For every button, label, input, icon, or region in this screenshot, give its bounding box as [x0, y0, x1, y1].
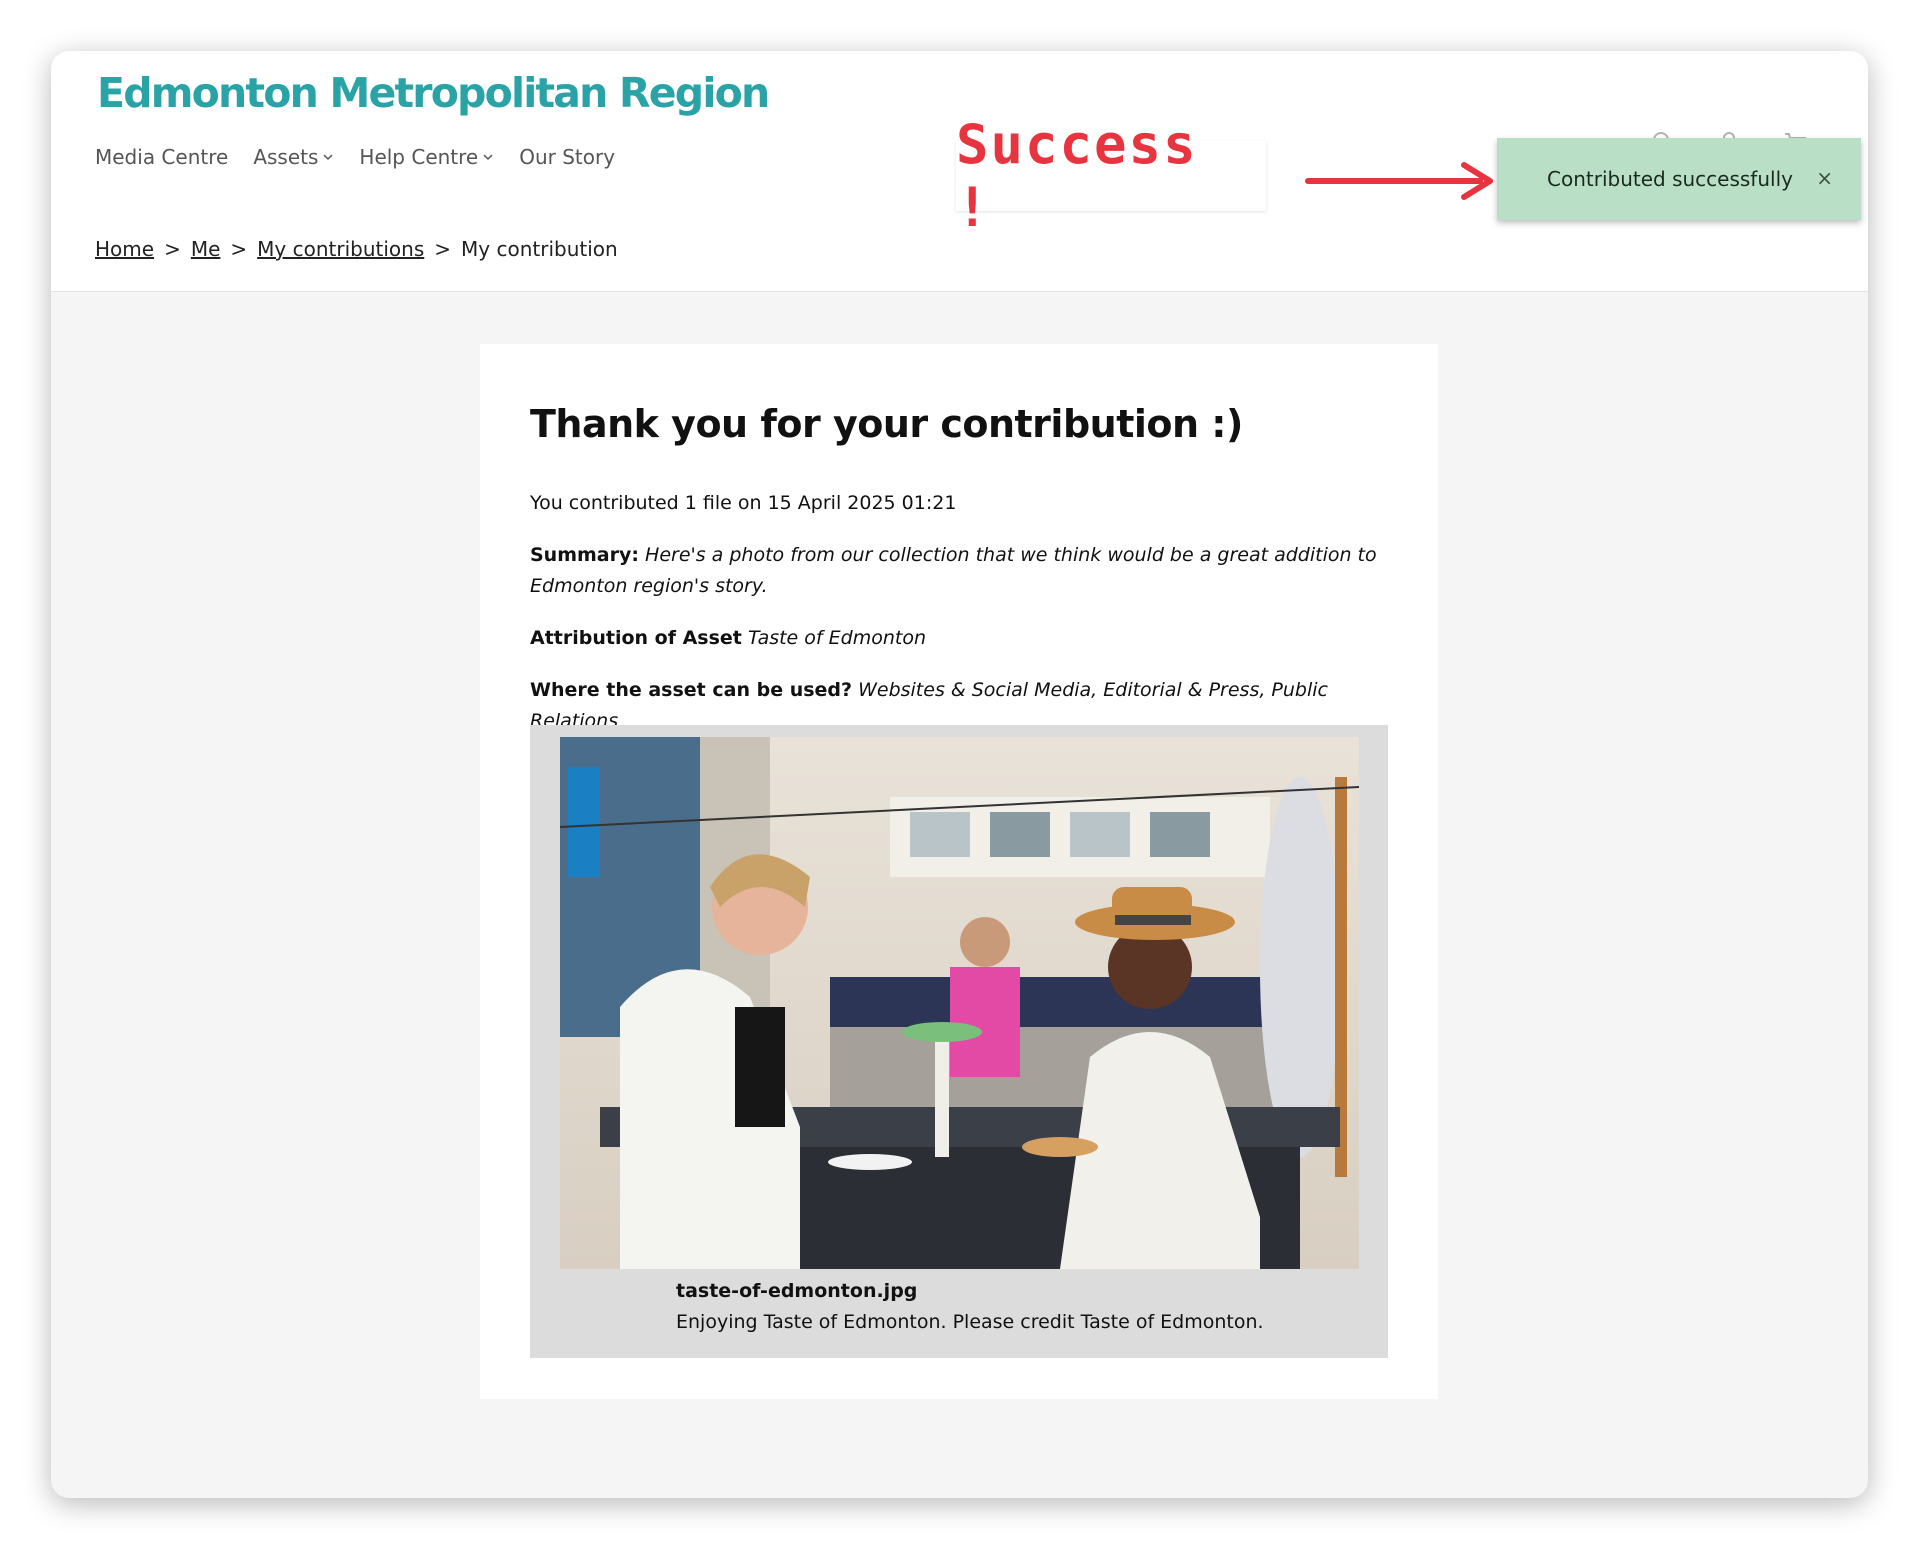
nav-item-label: Assets	[253, 145, 319, 169]
success-toast: Contributed successfully ×	[1497, 138, 1861, 220]
chevron-down-icon	[323, 154, 333, 161]
main-nav: Media Centre Assets Help Centre Our Stor…	[95, 145, 615, 169]
page-title: Thank you for your contribution :)	[530, 402, 1243, 446]
chevron-down-icon	[483, 154, 493, 161]
breadcrumb: Home > Me > My contributions > My contri…	[95, 237, 618, 261]
breadcrumb-me[interactable]: Me	[191, 237, 221, 261]
site-logo[interactable]: Edmonton Metropolitan Region	[97, 69, 770, 117]
nav-item-assets[interactable]: Assets	[253, 145, 334, 169]
usage-label: Where the asset can be used?	[530, 679, 853, 701]
contributed-photo[interactable]	[560, 737, 1359, 1269]
breadcrumb-separator: >	[434, 237, 452, 261]
success-annotation: Success !	[956, 113, 1266, 239]
breadcrumb-my-contributions[interactable]: My contributions	[257, 237, 424, 261]
breadcrumb-separator: >	[230, 237, 248, 261]
file-preview: taste-of-edmonton.jpg Enjoying Taste of …	[530, 725, 1388, 1358]
summary-label: Summary:	[530, 544, 639, 566]
breadcrumb-separator: >	[164, 237, 181, 261]
nav-item-our-story[interactable]: Our Story	[519, 145, 615, 169]
breadcrumb-current: My contribution	[461, 237, 618, 261]
file-description: Enjoying Taste of Edmonton. Please credi…	[676, 1311, 1264, 1333]
summary: Summary: Here's a photo from our collect…	[530, 540, 1400, 602]
close-icon[interactable]: ×	[1816, 166, 1833, 190]
toast-message: Contributed successfully	[1547, 167, 1793, 191]
nav-item-label: Help Centre	[359, 145, 479, 169]
contribution-date: You contributed 1 file on 15 April 2025 …	[530, 492, 957, 514]
attribution-label: Attribution of Asset	[530, 627, 742, 649]
attribution: Attribution of Asset Taste of Edmonton	[530, 623, 1400, 654]
file-name: taste-of-edmonton.jpg	[676, 1280, 918, 1302]
nav-item-label: Media Centre	[95, 145, 229, 169]
attribution-value: Taste of Edmonton	[747, 627, 926, 649]
summary-value: Here's a photo from our collection that …	[530, 544, 1377, 597]
contribution-card: Thank you for your contribution :) You c…	[480, 344, 1438, 1399]
arrow-right-icon	[1305, 162, 1493, 200]
nav-item-label: Our Story	[519, 145, 616, 169]
browser-window: Edmonton Metropolitan Region Media Centr…	[51, 51, 1868, 1498]
nav-item-help-centre[interactable]: Help Centre	[359, 145, 494, 169]
nav-item-media-centre[interactable]: Media Centre	[95, 145, 228, 169]
breadcrumb-home[interactable]: Home	[95, 237, 154, 261]
